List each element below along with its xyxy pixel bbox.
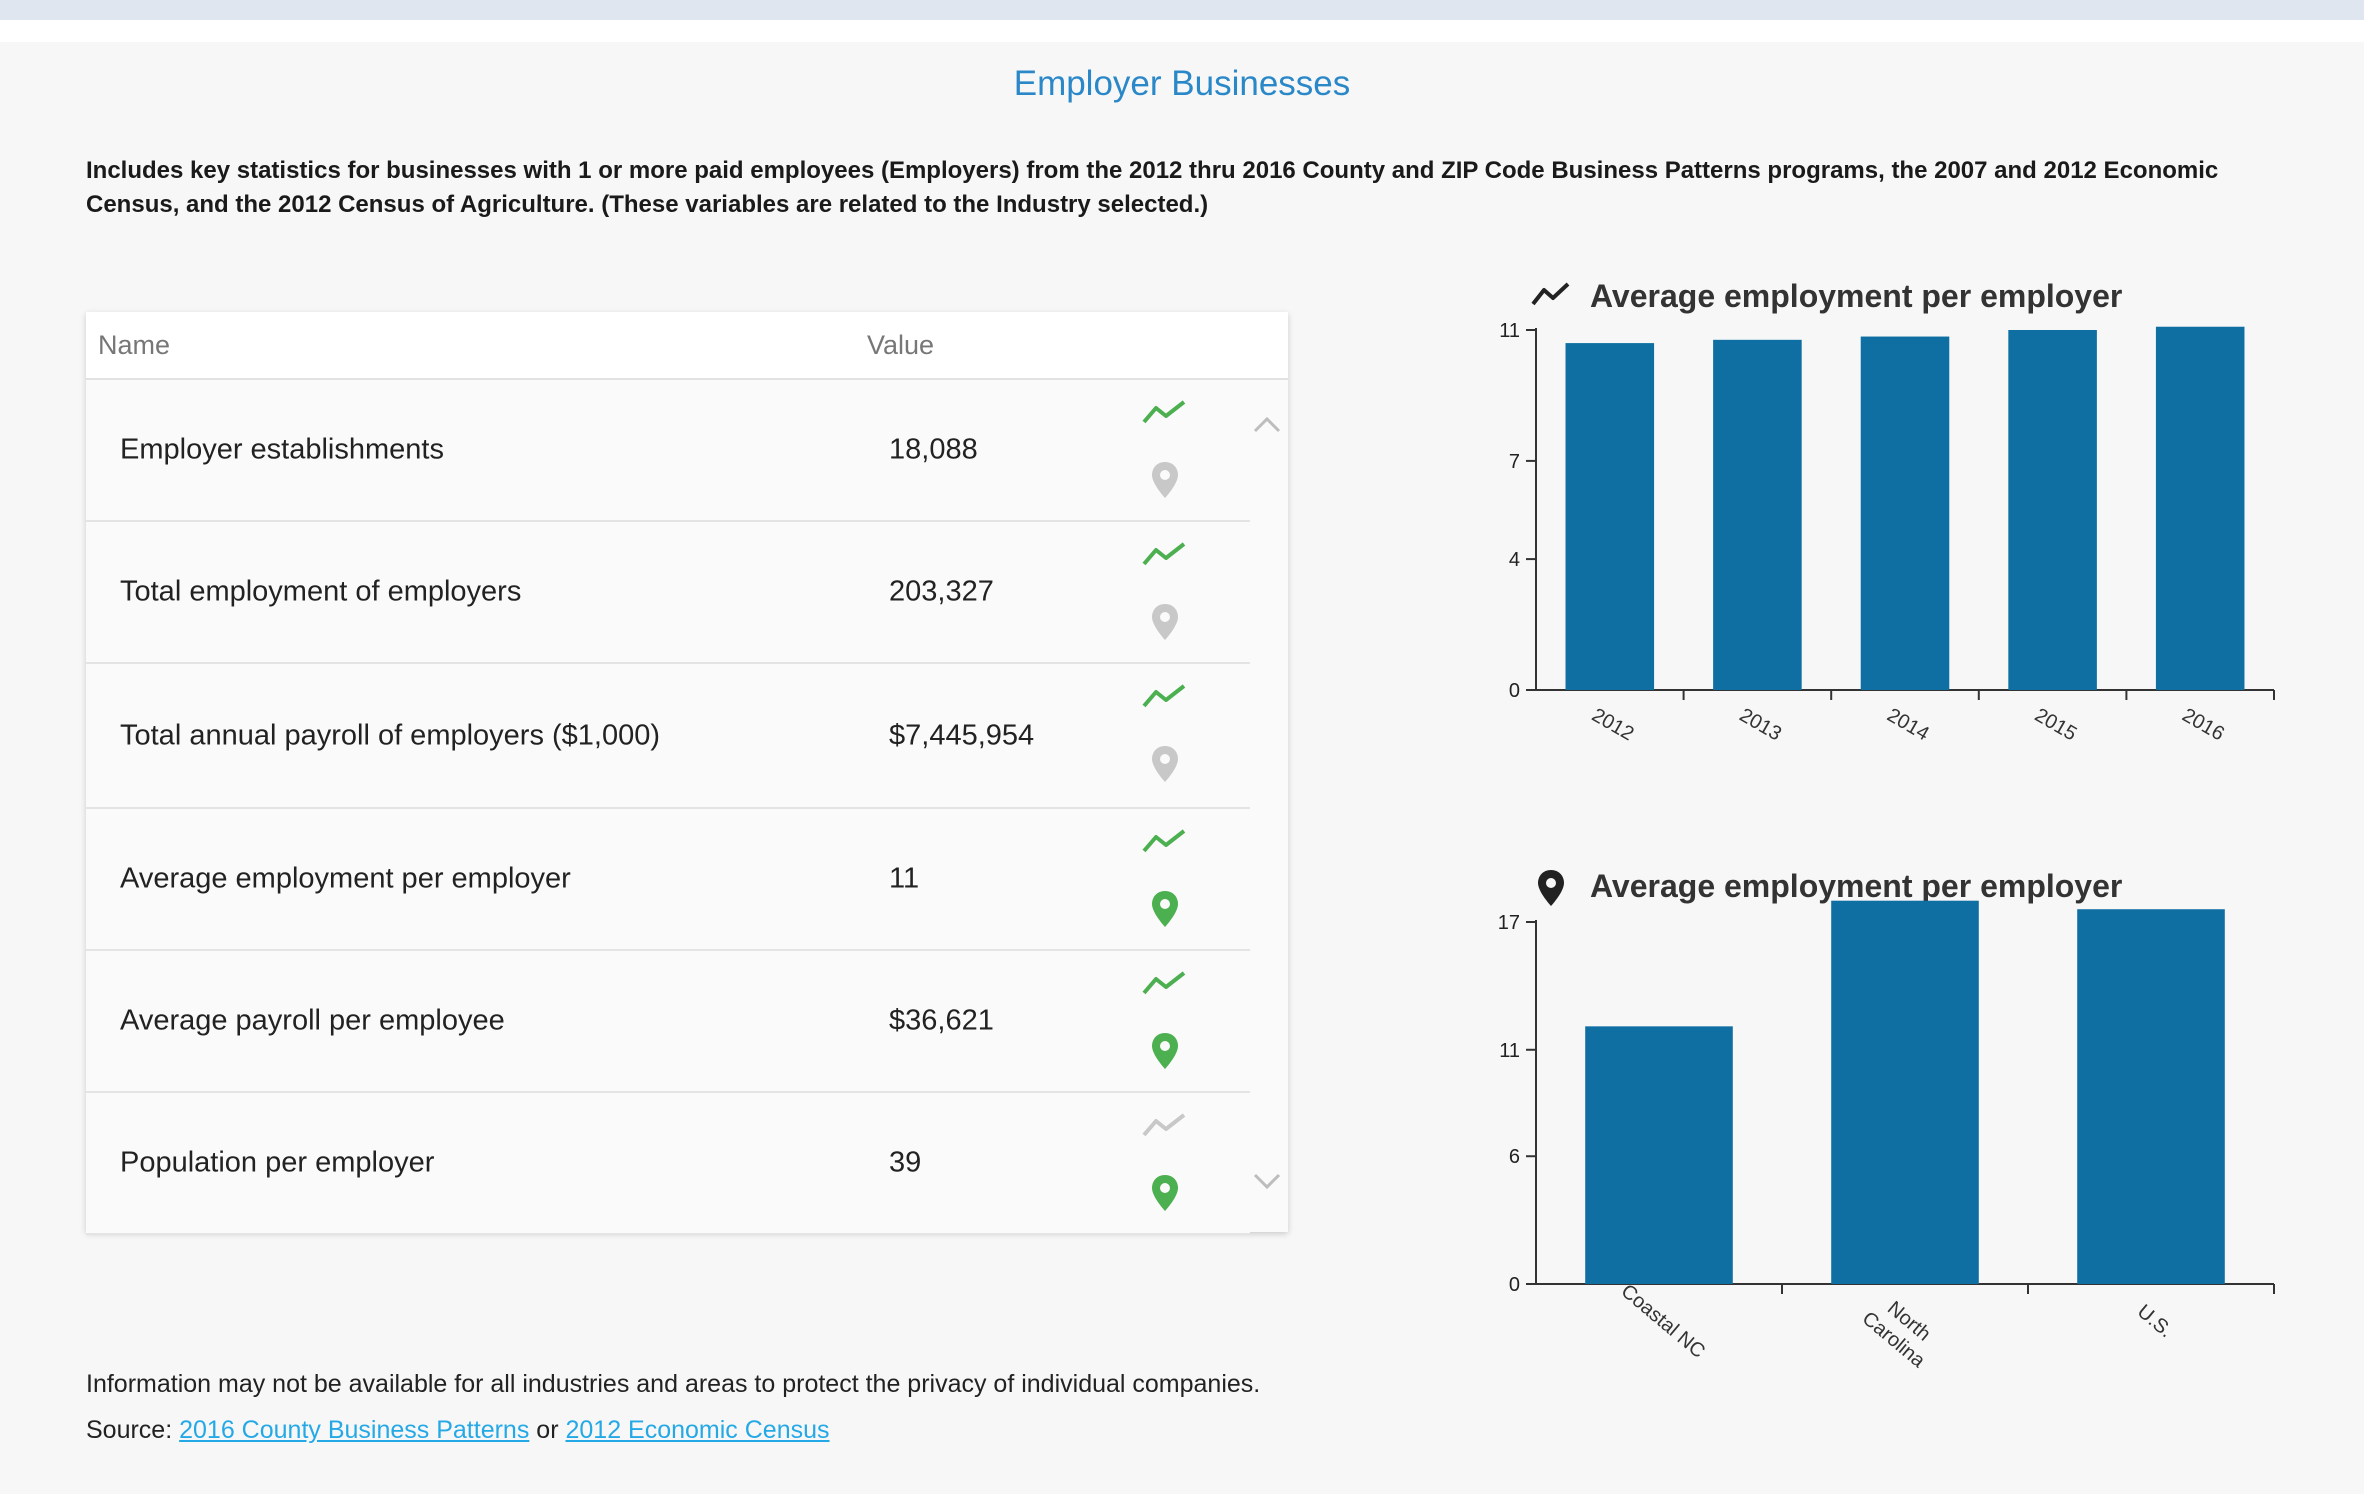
row-value: 39 bbox=[889, 1146, 922, 1179]
table-row: Population per employer 39 bbox=[86, 1093, 1250, 1235]
table-row: Total employment of employers 203,327 bbox=[86, 522, 1250, 664]
row-name: Average payroll per employee bbox=[120, 1004, 505, 1037]
map-pin-icon[interactable] bbox=[1150, 1031, 1180, 1071]
bar[interactable] bbox=[1713, 339, 1802, 690]
row-name: Average employment per employer bbox=[120, 862, 571, 895]
source-link-economic-census[interactable]: 2012 Economic Census bbox=[565, 1416, 829, 1444]
source-label: Source: bbox=[86, 1416, 173, 1444]
row-value: $7,445,954 bbox=[889, 719, 1035, 751]
table-header: Name Value bbox=[86, 312, 1288, 380]
row-name: Employer establishments bbox=[120, 433, 444, 466]
column-header-value[interactable]: Value bbox=[867, 330, 934, 361]
y-tick-label: 11 bbox=[1499, 1040, 1520, 1062]
y-tick-label: 17 bbox=[1498, 912, 1520, 934]
trend-line-icon[interactable] bbox=[1140, 682, 1188, 712]
x-tick-label: 2015 bbox=[2031, 704, 2081, 745]
row-value: 18,088 bbox=[889, 433, 978, 466]
table-row: Employer establishments 18,088 bbox=[86, 380, 1250, 522]
column-header-name[interactable]: Name bbox=[98, 330, 170, 361]
x-tick-label: 2016 bbox=[2178, 704, 2228, 745]
trend-line-icon[interactable] bbox=[1140, 1111, 1188, 1141]
trend-bar-chart: 0 4 7 11 2012 2013 2014 2015 2016 bbox=[1499, 320, 2275, 745]
x-tick-label: Coastal NC bbox=[1617, 1280, 1709, 1363]
map-pin-icon[interactable] bbox=[1150, 744, 1180, 784]
y-tick-label: 0 bbox=[1509, 1274, 1520, 1296]
table-row: Average payroll per employee $36,621 bbox=[86, 951, 1250, 1093]
bar[interactable] bbox=[1585, 1026, 1733, 1284]
table-row: Total annual payroll of employers ($1,00… bbox=[86, 664, 1250, 809]
x-tick-label: 2014 bbox=[1883, 704, 1933, 745]
source-link-cbp[interactable]: 2016 County Business Patterns bbox=[179, 1416, 529, 1444]
top-bar bbox=[0, 0, 2364, 20]
chevron-down-icon[interactable] bbox=[1252, 1170, 1282, 1194]
row-name: Population per employer bbox=[120, 1146, 435, 1179]
map-pin-icon[interactable] bbox=[1150, 460, 1180, 500]
row-value: 203,327 bbox=[889, 575, 994, 608]
trend-line-icon[interactable] bbox=[1140, 969, 1188, 999]
header-band bbox=[0, 20, 2364, 42]
x-tick-label: 2013 bbox=[1736, 704, 1786, 745]
source-line: Source: 2016 County Business Patterns or… bbox=[86, 1416, 830, 1445]
area-bar-chart: 0 6 11 17 Coastal NC NorthCarolina U.S. bbox=[1498, 900, 2275, 1373]
row-value: 11 bbox=[889, 862, 920, 895]
page-title: Employer Businesses bbox=[1013, 64, 1351, 103]
x-tick-label: U.S. bbox=[2133, 1300, 2177, 1342]
bar[interactable] bbox=[2077, 909, 2225, 1284]
table-row: Average employment per employer 11 bbox=[86, 809, 1250, 951]
map-pin-icon[interactable] bbox=[1150, 1173, 1180, 1213]
table-body: Employer establishments 18,088 Total emplo… bbox=[86, 380, 1250, 1235]
row-value: $36,621 bbox=[889, 1004, 994, 1037]
y-tick-label: 7 bbox=[1509, 451, 1520, 473]
trend-line-icon[interactable] bbox=[1140, 827, 1188, 857]
row-name: Total employment of employers bbox=[120, 575, 522, 608]
x-tick-label: 2012 bbox=[1588, 704, 1638, 745]
chevron-up-icon[interactable] bbox=[1252, 412, 1282, 436]
intro-text: Includes key statistics for businesses w… bbox=[86, 157, 2219, 218]
bar[interactable] bbox=[2155, 326, 2245, 690]
y-tick-label: 0 bbox=[1509, 680, 1520, 702]
y-tick-label: 11 bbox=[1499, 320, 1520, 342]
trend-line-icon[interactable] bbox=[1140, 540, 1188, 570]
y-tick-label: 4 bbox=[1509, 549, 1520, 571]
privacy-note: Information may not be available for all… bbox=[86, 1370, 1261, 1398]
bar[interactable] bbox=[1860, 336, 1950, 690]
map-pin-icon[interactable] bbox=[1150, 602, 1180, 642]
x-tick-label: NorthCarolina bbox=[1858, 1289, 1945, 1373]
bar[interactable] bbox=[1565, 343, 1655, 690]
trend-line-icon[interactable] bbox=[1140, 398, 1188, 428]
stats-table: Name Value Employer establishments 18,088… bbox=[86, 312, 1288, 1235]
y-tick-label: 6 bbox=[1509, 1146, 1520, 1168]
bar[interactable] bbox=[1831, 900, 1979, 1284]
bar[interactable] bbox=[2008, 330, 2097, 690]
source-or: or bbox=[536, 1416, 559, 1444]
map-pin-icon[interactable] bbox=[1150, 889, 1180, 929]
trend-line-icon bbox=[1531, 282, 1570, 306]
row-name: Total annual payroll of employers ($1,00… bbox=[120, 719, 661, 751]
